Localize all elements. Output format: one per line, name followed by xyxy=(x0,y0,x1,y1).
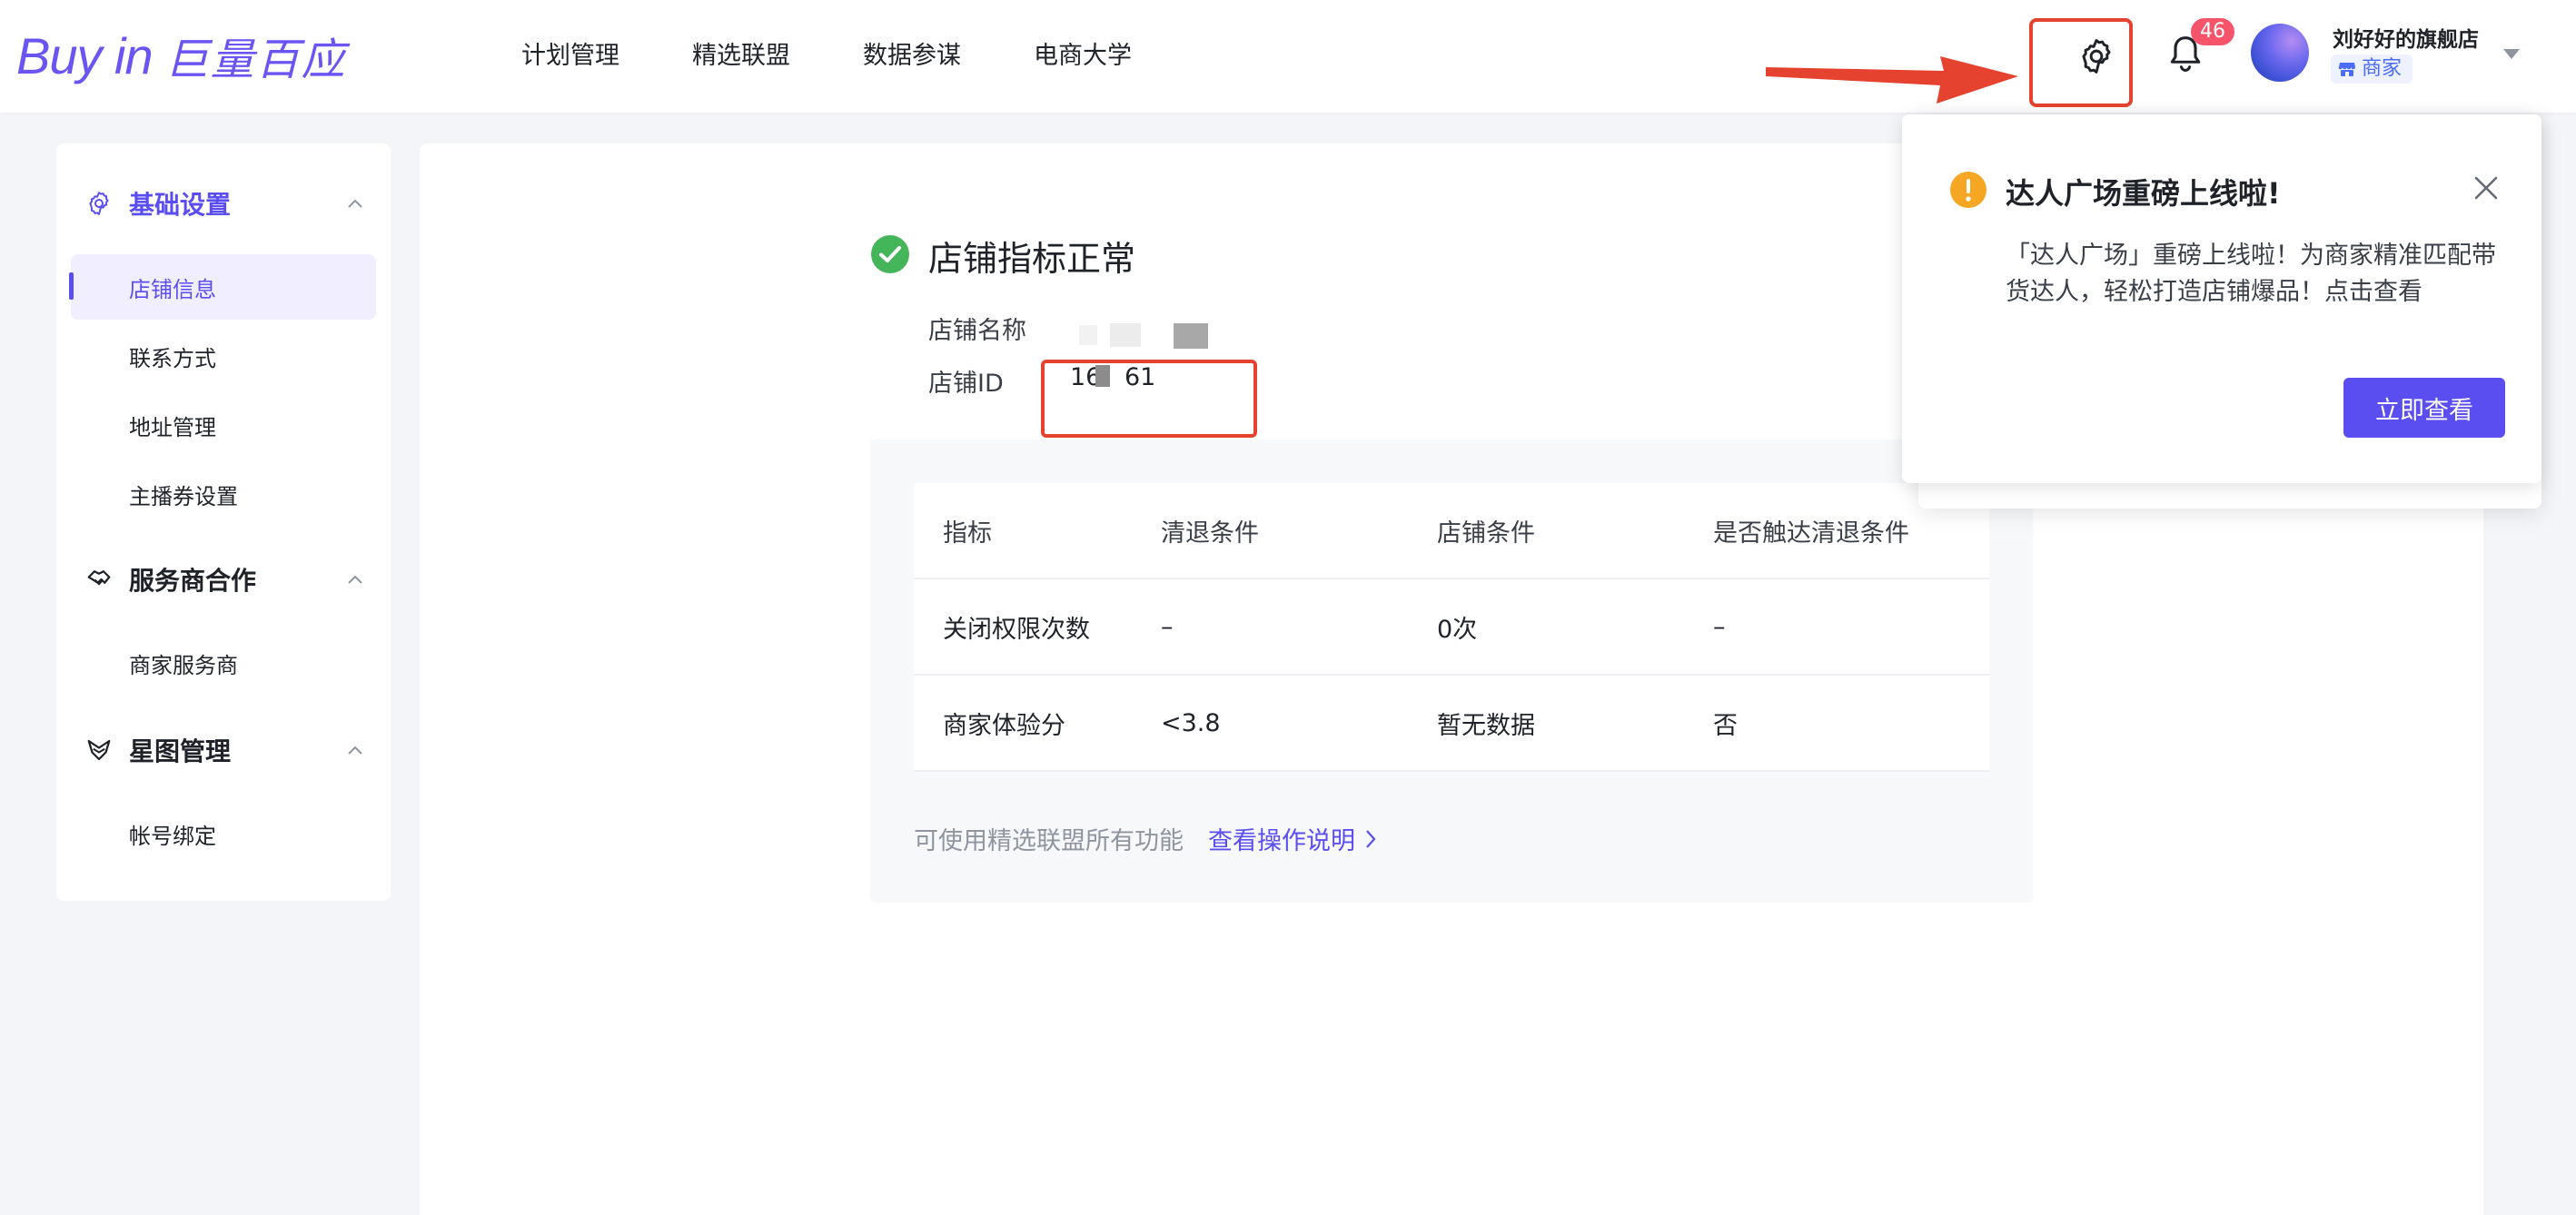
role-badge: 商家 xyxy=(2331,54,2413,84)
role-label: 商家 xyxy=(2362,57,2403,80)
table-cell: 商家体验分 xyxy=(943,711,1065,740)
sidebar-group-basic-settings[interactable]: 基础设置 xyxy=(56,176,391,231)
nav-item-data[interactable]: 数据参谋 xyxy=(863,35,961,78)
footer-note: 可使用精选联盟所有功能 xyxy=(914,827,1184,855)
redacted-mosaic xyxy=(1110,323,1141,347)
sidebar-item-label: 商家服务商 xyxy=(129,652,238,678)
sidebar-group-label: 基础设置 xyxy=(129,190,232,220)
warning-icon xyxy=(1950,172,1986,208)
table-cell: – xyxy=(1713,612,1726,641)
notification-badge: 46 xyxy=(2191,18,2234,45)
sidebar-group-service-partner[interactable]: 服务商合作 xyxy=(56,552,391,607)
table-header-cell: 指标 xyxy=(943,519,992,548)
annotation-arrow-icon xyxy=(1766,56,2018,104)
chevron-down-icon[interactable] xyxy=(2503,49,2520,59)
sidebar-item-label: 帐号绑定 xyxy=(129,823,216,849)
help-doc-link-label: 查看操作说明 xyxy=(1208,827,1355,855)
sidebar-group-label: 服务商合作 xyxy=(129,566,257,596)
sidebar-item-anchor-coupon[interactable]: 主播券设置 xyxy=(71,461,376,527)
close-icon[interactable] xyxy=(2472,174,2500,202)
header-store-name[interactable]: 刘好好的旗舰店 xyxy=(2333,22,2479,53)
table-header-cell: 清退条件 xyxy=(1161,519,1259,548)
sidebar-item-label: 地址管理 xyxy=(129,414,216,440)
sidebar-item-contact[interactable]: 联系方式 xyxy=(71,323,376,389)
gear-icon[interactable] xyxy=(2076,36,2116,76)
popover-body: 「达人广场」重磅上线啦！为商家精准匹配带货达人，轻松打造店铺爆品！点击查看 xyxy=(2006,242,2496,306)
table-cell: 0次 xyxy=(1437,615,1478,644)
avatar[interactable] xyxy=(2251,24,2309,82)
top-nav: 计划管理 精选联盟 数据参谋 电商大学 xyxy=(521,35,1132,78)
popover-title: 达人广场重磅上线啦! xyxy=(2006,176,2281,211)
sidebar-item-account-binding[interactable]: 帐号绑定 xyxy=(71,801,376,866)
table-row: 关闭权限次数 – 0次 – xyxy=(914,579,1989,676)
metrics-card: 指标 清退条件 店铺条件 是否触达清退条件 关闭权限次数 – 0次 – 商家体验… xyxy=(870,440,2033,903)
table-row: 商家体验分 <3.8 暂无数据 否 xyxy=(914,676,1989,772)
table-cell: <3.8 xyxy=(1161,708,1221,737)
sidebar-group-label: 星图管理 xyxy=(129,736,232,766)
chevron-up-icon xyxy=(348,199,362,208)
handshake-icon xyxy=(87,570,111,586)
help-doc-link[interactable]: 查看操作说明 xyxy=(1208,821,1377,856)
nav-item-plan[interactable]: 计划管理 xyxy=(521,35,619,78)
store-name-label: 店铺名称 xyxy=(928,317,1026,345)
sidebar-active-indicator xyxy=(69,272,74,300)
view-now-button[interactable]: 立即查看 xyxy=(2343,378,2505,438)
table-header-row: 指标 清退条件 店铺条件 是否触达清退条件 xyxy=(914,483,1989,579)
nav-item-university[interactable]: 电商大学 xyxy=(1034,35,1132,78)
chevron-right-icon xyxy=(1366,829,1376,848)
sidebar-item-label: 店铺信息 xyxy=(129,276,216,302)
sidebar-item-address[interactable]: 地址管理 xyxy=(71,392,376,458)
logo-text-en: Buy in xyxy=(16,26,154,84)
nav-item-alliance[interactable]: 精选联盟 xyxy=(692,35,790,78)
sidebar-item-label: 主播券设置 xyxy=(129,483,238,509)
annotation-highlight-box xyxy=(1041,360,1257,438)
sidebar-item-store-info[interactable]: 店铺信息 xyxy=(71,254,376,320)
logo-text-cn: 巨量百应 xyxy=(164,35,347,85)
check-circle-icon xyxy=(871,235,909,273)
table-header-cell: 是否触达清退条件 xyxy=(1713,519,1909,548)
table-cell: 关闭权限次数 xyxy=(943,615,1090,644)
star-map-icon xyxy=(87,739,111,761)
redacted-mosaic xyxy=(1174,323,1208,349)
table-cell: – xyxy=(1161,612,1174,641)
sidebar-item-merchant-service[interactable]: 商家服务商 xyxy=(71,630,376,696)
chevron-up-icon xyxy=(348,575,362,584)
store-icon xyxy=(2338,63,2355,76)
table-cell: 暂无数据 xyxy=(1437,711,1535,740)
gear-icon xyxy=(89,192,109,215)
status-title: 店铺指标正常 xyxy=(928,239,1136,279)
table-header-cell: 店铺条件 xyxy=(1437,519,1535,548)
sidebar-group-star-map[interactable]: 星图管理 xyxy=(56,723,391,777)
chevron-up-icon xyxy=(348,746,362,755)
metrics-table: 指标 清退条件 店铺条件 是否触达清退条件 关闭权限次数 – 0次 – 商家体验… xyxy=(914,483,1989,772)
redacted-mosaic xyxy=(1079,325,1097,345)
sidebar: 基础设置 店铺信息 联系方式 地址管理 主播券设置 服务商合作 商家服务商 星图… xyxy=(56,143,391,901)
announcement-popover: 达人广场重磅上线啦! 「达人广场」重磅上线啦！为商家精准匹配带货达人，轻松打造店… xyxy=(1902,114,2541,483)
sidebar-item-label: 联系方式 xyxy=(129,345,216,371)
table-cell: 否 xyxy=(1713,711,1738,740)
brand-logo[interactable]: Buy in 巨量百应 xyxy=(16,25,347,86)
store-id-label: 店铺ID xyxy=(928,370,1004,398)
